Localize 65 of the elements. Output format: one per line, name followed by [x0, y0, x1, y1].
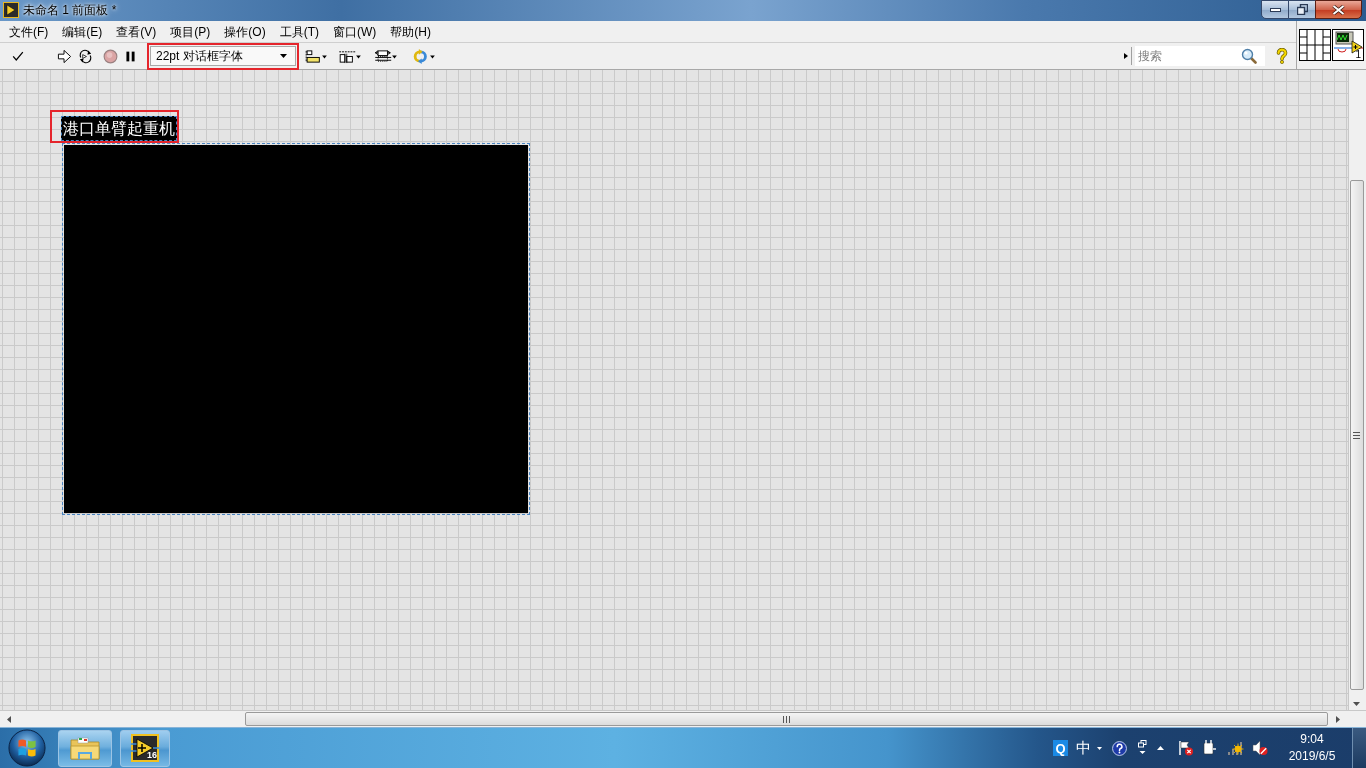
menu-item[interactable]: 工具(T)	[279, 23, 319, 40]
close-icon	[1332, 4, 1345, 15]
vi-icon-number: 1	[1355, 50, 1361, 60]
pause-icon	[123, 49, 137, 63]
arrow-right-icon	[56, 48, 72, 64]
help-icon	[1276, 48, 1288, 64]
minimize-icon	[1269, 7, 1281, 12]
scroll-down-arrow-icon	[1353, 702, 1360, 706]
grip-icon	[783, 715, 790, 723]
caret-down-icon	[1097, 746, 1102, 750]
scroll-right-arrow-icon	[1336, 715, 1340, 723]
search-icon	[1241, 48, 1257, 64]
app-icon	[3, 2, 19, 18]
folder-icon	[69, 735, 101, 761]
minimize-button[interactable]	[1261, 0, 1289, 19]
window-title: 未命名 1 前面板 *	[23, 3, 117, 18]
dropdown-caret-icon	[280, 54, 287, 58]
grip-icon	[1353, 431, 1360, 439]
help-circle-icon	[1112, 740, 1127, 756]
connector-pane-icon	[1299, 29, 1331, 61]
power-plug-icon	[1203, 740, 1216, 756]
close-button[interactable]	[1315, 0, 1362, 19]
distribute-icon	[337, 48, 363, 64]
signal-bars-icon	[1227, 740, 1245, 756]
menu-item[interactable]: 文件(F)	[9, 23, 49, 40]
taskbar-button[interactable]	[58, 729, 112, 767]
input-mode-button[interactable]: 中	[1076, 740, 1091, 756]
resize-icon	[373, 48, 399, 64]
restore-icon	[1296, 4, 1308, 15]
scroll-left-arrow-icon	[7, 715, 11, 723]
menu-item[interactable]: 窗口(W)	[333, 23, 377, 40]
flag-alert-icon	[1178, 740, 1194, 756]
show-desktop-button[interactable]	[1352, 727, 1366, 768]
start-orb-icon	[8, 729, 46, 767]
scrollbar-thumb[interactable]	[245, 712, 1328, 726]
restore-button[interactable]	[1289, 0, 1315, 19]
menu-item[interactable]: 编辑(E)	[62, 23, 103, 40]
tray-app-badge[interactable]: Q	[1053, 740, 1068, 756]
start-button[interactable]	[8, 729, 46, 767]
clock-date: 2019/6/5	[1288, 748, 1336, 765]
taskbar-button[interactable]: 16	[120, 729, 170, 767]
menu-item[interactable]: 项目(P)	[170, 23, 211, 40]
help-button[interactable]	[1274, 46, 1290, 66]
triangle-app-icon	[131, 734, 159, 762]
circular-arrows-icon	[77, 48, 93, 64]
toolbar-restore-icon	[1138, 740, 1147, 756]
menu-item[interactable]: 操作(O)	[224, 23, 266, 40]
speaker-muted-icon	[1252, 740, 1268, 756]
checkmark-icon	[11, 49, 25, 63]
font-dropdown[interactable]: 22pt 对话框字体	[150, 46, 296, 66]
font-dropdown-value: 22pt 对话框字体	[156, 48, 243, 64]
expand-triangle-icon	[1124, 53, 1128, 59]
align-icon	[303, 48, 329, 64]
stop-circle-icon	[102, 48, 118, 64]
clock-time: 9:04	[1300, 731, 1324, 748]
vi-icon	[1332, 29, 1364, 61]
menu-item[interactable]: 帮助(H)	[390, 23, 431, 40]
menu-item[interactable]: 查看(V)	[116, 23, 157, 40]
control-label[interactable]: 港口单臂起重机	[61, 116, 177, 141]
search-field[interactable]: 搜索	[1135, 46, 1241, 66]
scrollbar-thumb[interactable]	[1349, 180, 1364, 690]
search-button[interactable]	[1241, 46, 1265, 66]
show-hidden-icons-icon	[1157, 746, 1164, 750]
version-number: 16	[147, 751, 157, 760]
rotate-arrows-icon	[411, 48, 437, 64]
